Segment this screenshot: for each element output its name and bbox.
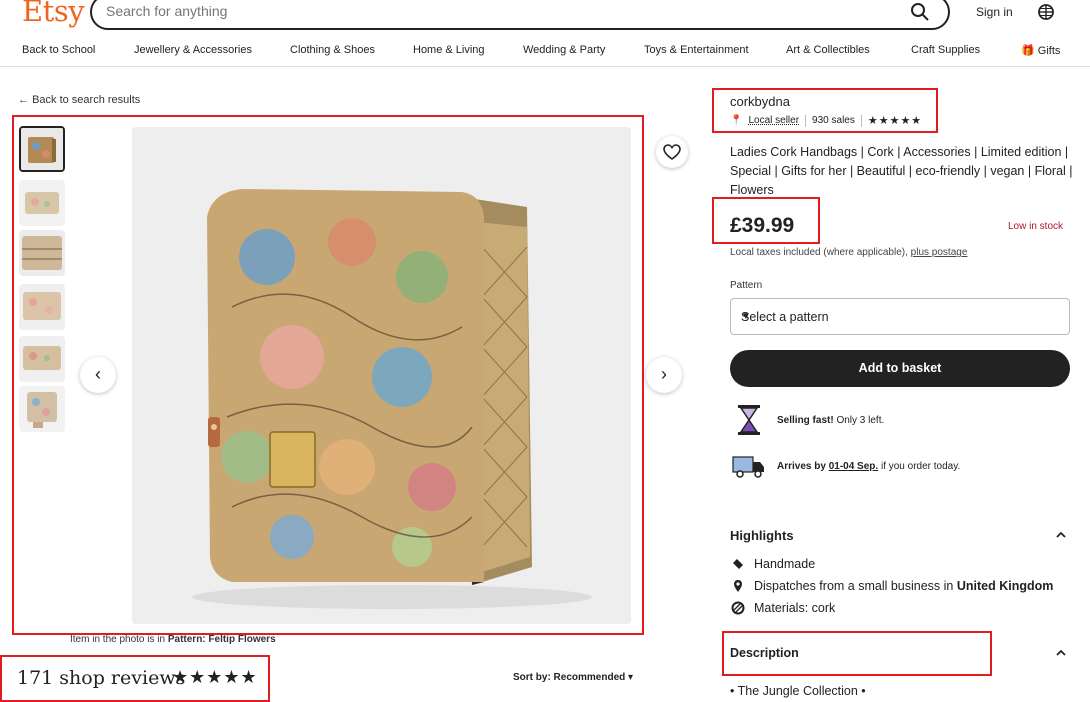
- sales-count: 930 sales: [812, 115, 855, 126]
- heart-icon: [663, 144, 681, 160]
- nav-craft-supplies[interactable]: Craft Supplies: [911, 44, 980, 56]
- review-stars: ★★★★★: [172, 667, 258, 687]
- highlights-heading[interactable]: Highlights: [730, 528, 794, 543]
- delivery-estimate: Arrives by 01-04 Sep. if you order today…: [777, 461, 961, 472]
- chevron-right-icon: ›: [661, 364, 667, 384]
- etsy-logo[interactable]: Etsy: [22, 0, 85, 28]
- divider: [805, 114, 807, 127]
- thumbnail-6[interactable]: [19, 386, 65, 432]
- chevron-up-icon[interactable]: [1055, 647, 1067, 659]
- arrow-left-icon: ←: [18, 94, 29, 106]
- chevron-up-icon[interactable]: [1055, 529, 1067, 541]
- add-to-basket-button[interactable]: Add to basket: [730, 350, 1070, 387]
- nav-gifts[interactable]: 🎁 Gifts: [1021, 44, 1060, 57]
- thumbnail-2[interactable]: [19, 180, 65, 226]
- sign-in-link[interactable]: Sign in: [976, 5, 1013, 19]
- thumbnail-1[interactable]: [19, 126, 65, 172]
- caret-down-icon: ▾: [628, 672, 634, 683]
- search-bar[interactable]: [90, 0, 950, 30]
- nav-toys[interactable]: Toys & Entertainment: [644, 44, 749, 56]
- nav-wedding[interactable]: Wedding & Party: [523, 44, 605, 56]
- product-price: £39.99: [730, 214, 795, 237]
- gift-icon: 🎁: [1021, 45, 1035, 57]
- seller-info: 📍 Local seller 930 sales ★★★★★: [730, 114, 922, 127]
- category-nav: Back to School Jewellery & Accessories C…: [0, 44, 1090, 58]
- search-icon[interactable]: [910, 2, 930, 22]
- highlight-handmade: Handmade: [754, 557, 816, 571]
- search-input[interactable]: [106, 3, 886, 19]
- basket-icon[interactable]: [1037, 3, 1055, 21]
- location-pin-icon: [734, 580, 742, 592]
- nav-home-living[interactable]: Home & Living: [413, 44, 485, 56]
- shop-name-link[interactable]: corkbydna: [730, 94, 790, 109]
- local-seller-link[interactable]: Local seller: [748, 115, 799, 126]
- chevron-left-icon: ‹: [95, 364, 101, 384]
- description-heading[interactable]: Description: [730, 646, 799, 660]
- site-header: Etsy Sign in Back to School Jewellery & …: [0, 0, 1090, 67]
- description-first-line: • The Jungle Collection •: [730, 684, 866, 698]
- favourite-button[interactable]: [656, 136, 688, 168]
- thumbnail-3[interactable]: [19, 230, 65, 276]
- location-pin-icon: 📍: [730, 115, 743, 126]
- thumbnail-4[interactable]: [19, 284, 65, 330]
- materials-icon: [731, 601, 745, 615]
- stock-status: Low in stock: [1008, 221, 1064, 232]
- shop-reviews-count: 171 shop reviews: [17, 667, 186, 689]
- pattern-select[interactable]: Select a pattern ▼: [730, 298, 1070, 335]
- tax-note: Local taxes included (where applicable),…: [730, 247, 968, 258]
- delivery-date-link[interactable]: 01-04 Sep.: [829, 461, 878, 472]
- highlight-materials: Materials: cork: [754, 601, 836, 615]
- back-to-results-link[interactable]: ← Back to search results: [18, 94, 140, 106]
- caret-down-icon: ▼: [741, 311, 751, 322]
- postage-link[interactable]: plus postage: [911, 247, 968, 258]
- thumbnail-5[interactable]: [19, 336, 65, 382]
- nav-back-to-school[interactable]: Back to School: [22, 44, 95, 56]
- seller-stars[interactable]: ★★★★★: [868, 114, 922, 127]
- product-title: Ladies Cork Handbags | Cork | Accessorie…: [730, 145, 1073, 197]
- nav-art[interactable]: Art & Collectibles: [786, 44, 870, 56]
- photo-caption: Item in the photo is in Pattern: Feltip …: [70, 634, 276, 645]
- handmade-hand-icon: [733, 559, 743, 569]
- selling-fast-note: Selling fast! Only 3 left.: [777, 415, 885, 426]
- nav-clothing[interactable]: Clothing & Shoes: [290, 44, 375, 56]
- divider: [860, 114, 862, 127]
- highlight-dispatch: Dispatches from a small business in Unit…: [754, 579, 1054, 593]
- delivery-truck-icon: [732, 456, 764, 478]
- sort-dropdown[interactable]: Sort by: Recommended ▾: [513, 672, 633, 683]
- main-product-image[interactable]: [132, 127, 631, 624]
- hourglass-icon: [738, 405, 760, 435]
- nav-jewellery[interactable]: Jewellery & Accessories: [134, 44, 252, 56]
- next-image-button[interactable]: ›: [646, 357, 682, 393]
- pattern-label: Pattern: [730, 280, 763, 291]
- prev-image-button[interactable]: ‹: [80, 357, 116, 393]
